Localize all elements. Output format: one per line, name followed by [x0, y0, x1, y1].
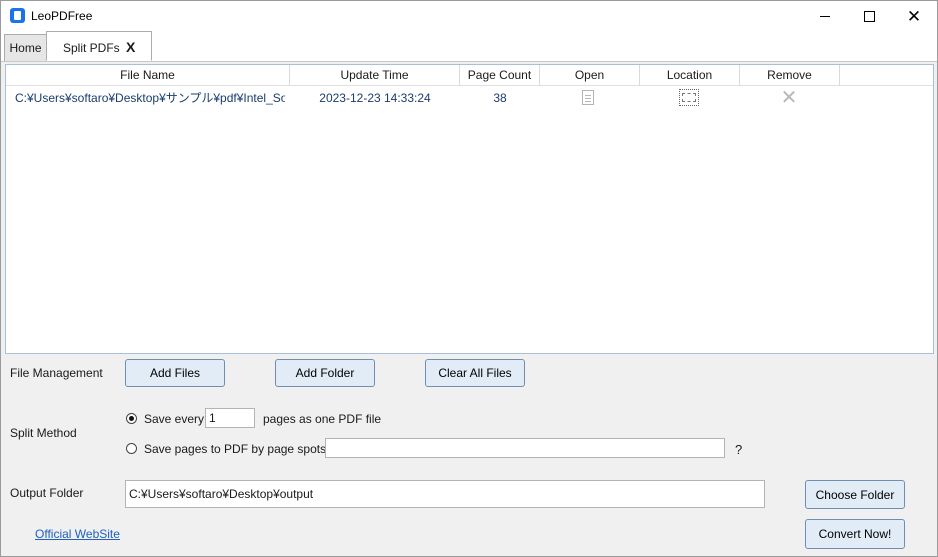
- choose-folder-button[interactable]: Choose Folder: [805, 480, 905, 509]
- save-every-prefix: Save every: [144, 412, 205, 426]
- clear-all-files-button[interactable]: Clear All Files: [425, 359, 525, 387]
- remove-icon[interactable]: ✕: [780, 87, 798, 109]
- table-row[interactable]: C:¥Users¥softaro¥Desktop¥サンプル¥pdf¥Intel_…: [6, 87, 933, 109]
- add-files-button[interactable]: Add Files: [125, 359, 225, 387]
- cell-file-name: C:¥Users¥softaro¥Desktop¥サンプル¥pdf¥Intel_…: [15, 91, 285, 105]
- folder-icon[interactable]: [679, 89, 699, 106]
- tab-bar: Home Split PDFs X: [1, 31, 937, 62]
- page-spots-input[interactable]: [325, 438, 725, 458]
- main-content: File Name Update Time Page Count Open Lo…: [1, 62, 937, 556]
- tab-split-pdfs-label: Split PDFs: [63, 41, 120, 55]
- convert-now-button[interactable]: Convert Now!: [805, 519, 905, 549]
- document-icon[interactable]: [582, 90, 594, 105]
- column-header-remove[interactable]: Remove: [740, 65, 840, 85]
- tab-close-button[interactable]: X: [126, 39, 135, 55]
- output-folder-input[interactable]: C:¥Users¥softaro¥Desktop¥output: [125, 480, 765, 508]
- tab-home[interactable]: Home: [4, 34, 47, 61]
- help-icon[interactable]: ?: [735, 442, 742, 457]
- output-folder-label: Output Folder: [10, 486, 84, 500]
- split-method-label: Split Method: [10, 426, 77, 440]
- maximize-button[interactable]: [846, 1, 892, 31]
- radio-save-every[interactable]: [126, 413, 137, 424]
- cell-page-count: 38: [493, 91, 507, 105]
- radio-save-by-spots[interactable]: [126, 443, 137, 454]
- file-management-label: File Management: [10, 366, 103, 380]
- official-website-link[interactable]: Official WebSite: [35, 527, 120, 541]
- minimize-button[interactable]: [802, 1, 848, 31]
- column-header-open[interactable]: Open: [540, 65, 640, 85]
- save-every-suffix: pages as one PDF file: [263, 412, 382, 426]
- app-window: LeoPDFree ✕ Home Split PDFs X File Name …: [0, 0, 938, 557]
- file-grid: File Name Update Time Page Count Open Lo…: [5, 64, 934, 354]
- column-header-update-time[interactable]: Update Time: [290, 65, 460, 85]
- close-button[interactable]: ✕: [891, 1, 937, 31]
- tab-split-pdfs[interactable]: Split PDFs X: [46, 31, 152, 61]
- column-header-file-name[interactable]: File Name: [6, 65, 290, 85]
- app-icon: [10, 8, 25, 23]
- minimize-icon: [820, 15, 830, 17]
- window-title: LeoPDFree: [31, 9, 93, 23]
- grid-header: File Name Update Time Page Count Open Lo…: [6, 65, 933, 86]
- add-folder-button[interactable]: Add Folder: [275, 359, 375, 387]
- column-header-page-count[interactable]: Page Count: [460, 65, 540, 85]
- column-header-location[interactable]: Location: [640, 65, 740, 85]
- close-icon: ✕: [906, 6, 922, 26]
- pages-per-file-input[interactable]: 1: [205, 408, 255, 428]
- cell-update-time: 2023-12-23 14:33:24: [319, 91, 431, 105]
- title-bar: LeoPDFree ✕: [1, 1, 937, 31]
- save-by-spots-label: Save pages to PDF by page spots: [144, 442, 327, 456]
- maximize-icon: [863, 10, 875, 22]
